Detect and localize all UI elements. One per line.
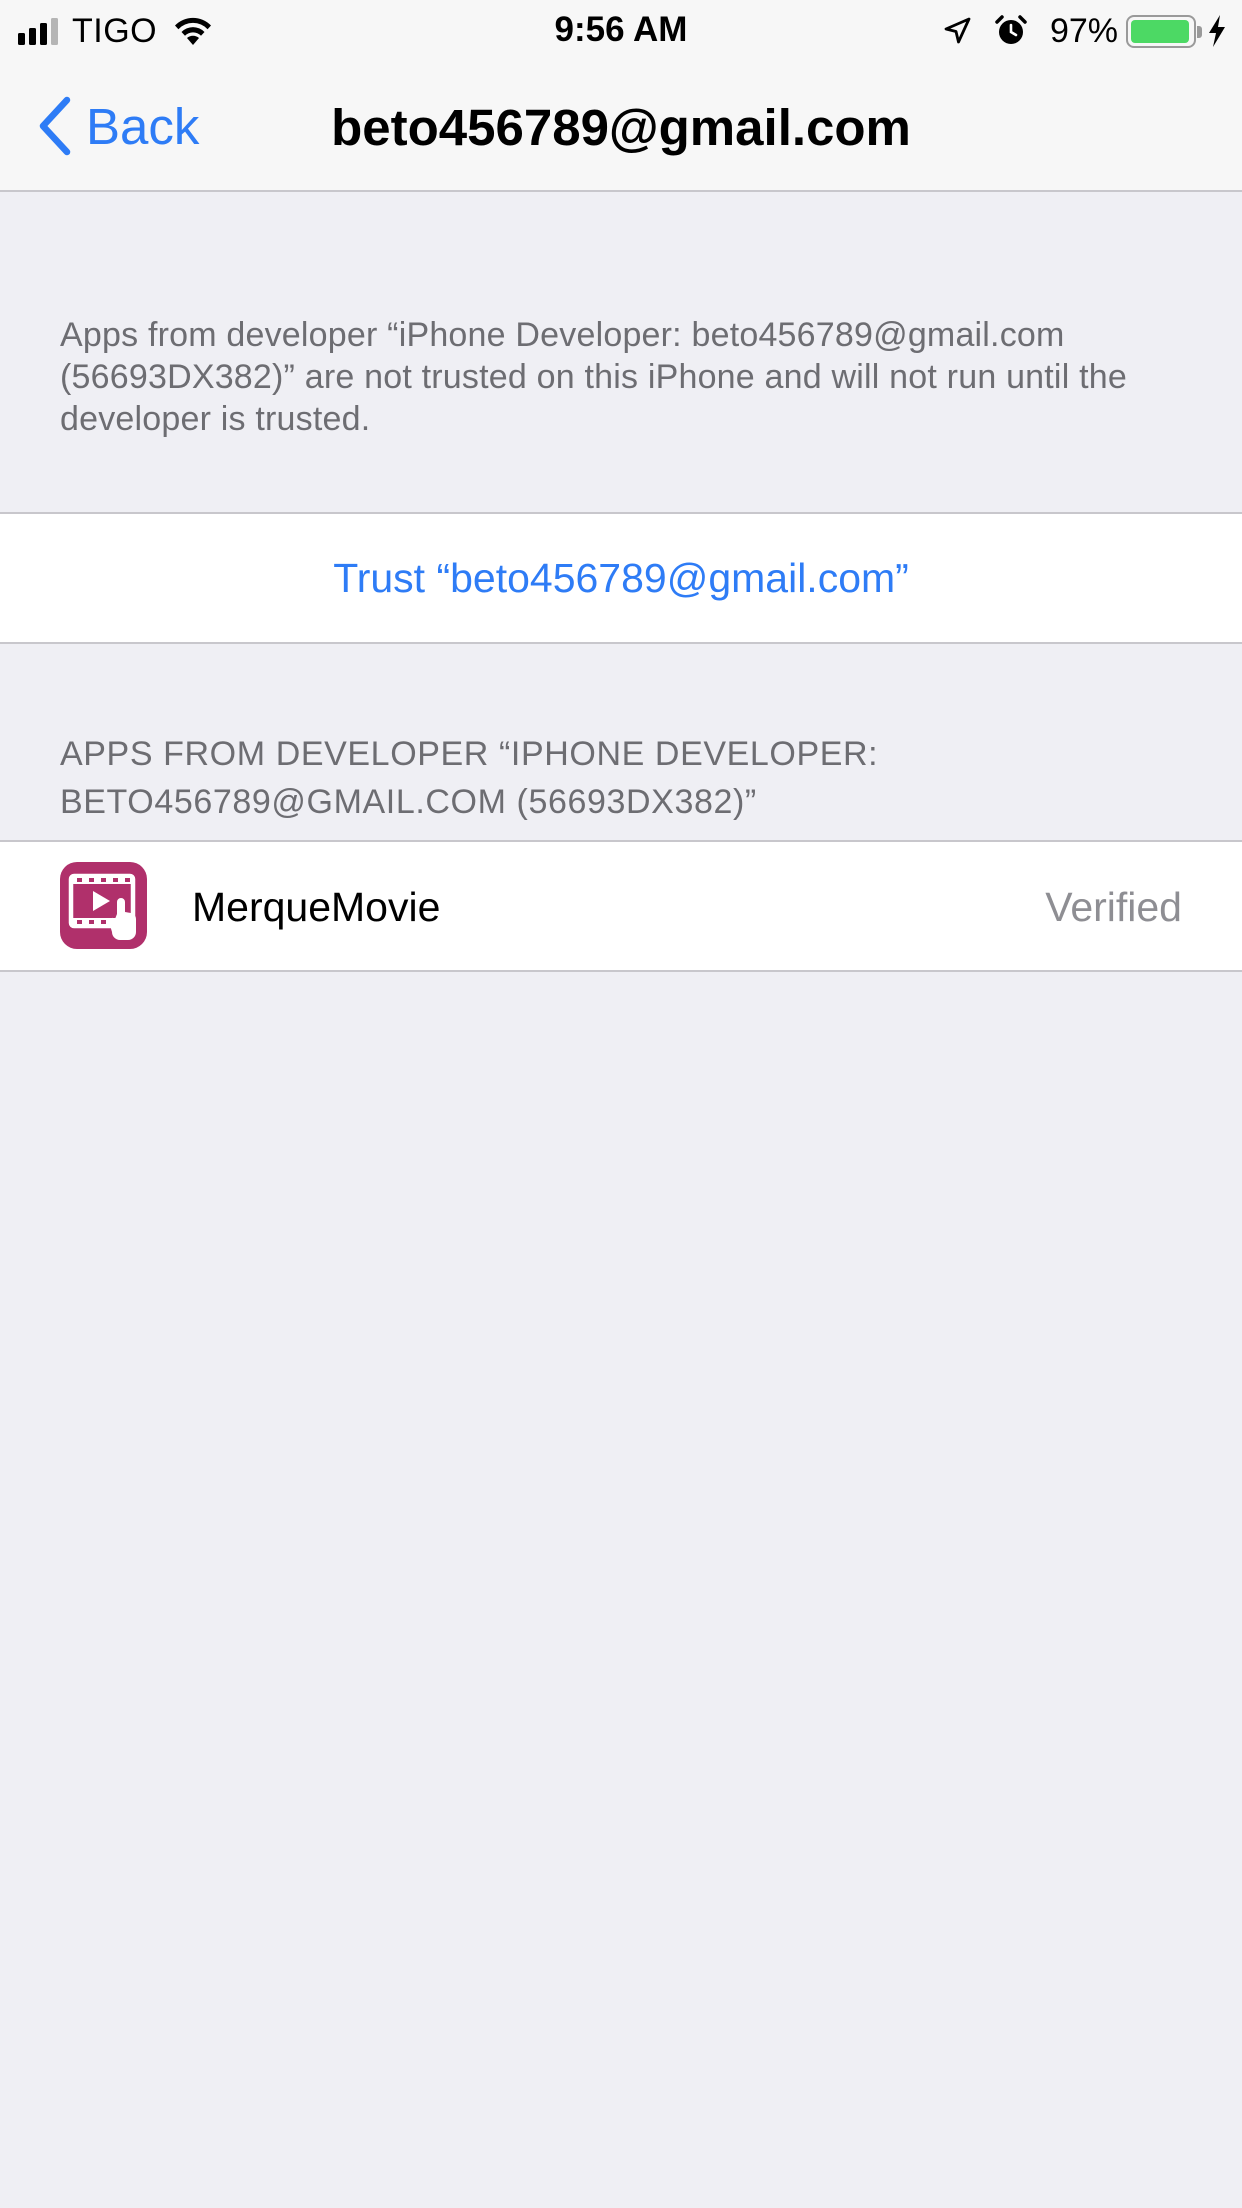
status-bar-right: 97% [942, 10, 1228, 52]
app-name: MerqueMovie [192, 884, 441, 930]
page-title: beto456789@gmail.com [331, 99, 911, 156]
merquemovie-app-icon [60, 862, 147, 949]
trust-developer-label: Trust “beto456789@gmail.com” [333, 554, 909, 601]
app-list-item: MerqueMovie Verified [0, 840, 1242, 972]
navigation-bar: Back beto456789@gmail.com [0, 60, 1242, 192]
status-bar: TIGO 9:56 AM 97% [0, 0, 1242, 60]
apps-section-header: APPS FROM DEVELOPER “IPHONE DEVELOPER: B… [60, 730, 1200, 826]
battery-percent: 97% [1049, 11, 1118, 50]
location-icon [944, 17, 971, 44]
battery-icon [1126, 14, 1202, 48]
film-play-icon [68, 873, 137, 940]
app-verification-status: Verified [1045, 884, 1182, 930]
charging-bolt-icon [1209, 15, 1225, 47]
section-header-line-2: BETO456789@GMAIL.COM (56693DX382)” [60, 783, 757, 821]
screen: TIGO 9:56 AM 97% Back beto456789@gmail.c… [0, 0, 1242, 2208]
battery-fill [1131, 19, 1190, 43]
section-header-line-1: APPS FROM DEVELOPER “IPHONE DEVELOPER: [60, 735, 879, 773]
alarm-icon [995, 15, 1027, 44]
untrusted-developer-message: Apps from developer “iPhone Developer: b… [60, 316, 1127, 438]
trust-developer-button[interactable]: Trust “beto456789@gmail.com” [0, 512, 1242, 644]
